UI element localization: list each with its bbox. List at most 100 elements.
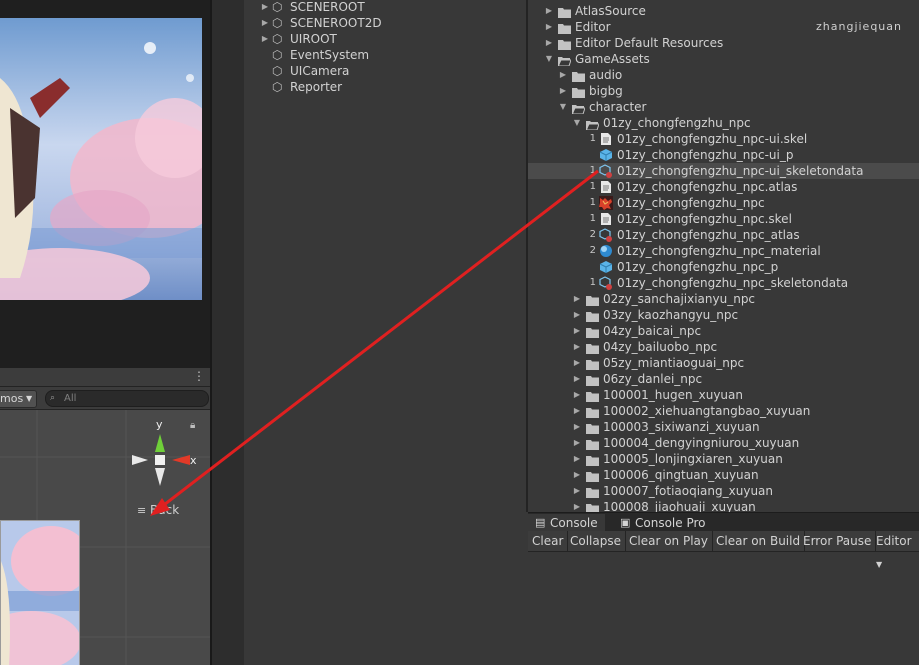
project-folder[interactable]: ▶ 100005_lonjingxiaren_xuyuan	[528, 451, 919, 467]
project-item-label: 01zy_chongfengzhu_npc.atlas	[617, 180, 798, 194]
project-folder[interactable]: ▶ 100007_fotiaoqiang_xuyuan	[528, 483, 919, 499]
project-folder[interactable]: ▶ AtlasSource	[528, 3, 919, 19]
dependency-count-badge: 2	[589, 245, 596, 256]
expand-arrow-icon[interactable]: ▶	[572, 339, 582, 355]
expand-arrow-icon[interactable]: ▶	[572, 371, 582, 387]
project-item-label: 100001_hugen_xuyuan	[603, 388, 743, 402]
project-asset[interactable]: 1 01zy_chongfengzhu_npc-ui.skel	[528, 131, 919, 147]
folder-icon	[586, 438, 599, 450]
expand-arrow-icon[interactable]: ▶	[558, 67, 568, 83]
hamburger-icon: ≡	[137, 504, 147, 517]
project-folder[interactable]: ▶ bigbg	[528, 83, 919, 99]
collapse-arrow-icon[interactable]: ▼	[544, 51, 554, 67]
collapse-arrow-icon[interactable]: ▼	[572, 115, 582, 131]
clear-button[interactable]: Clear	[528, 531, 569, 551]
collapse-arrow-icon[interactable]: ▼	[558, 99, 568, 115]
expand-arrow-icon[interactable]: ▶	[572, 483, 582, 499]
tab-console[interactable]: ▤ Console	[528, 514, 605, 532]
expand-arrow-icon[interactable]: ▶	[572, 387, 582, 403]
project-folder[interactable]: ▶ 04zy_baicai_npc	[528, 323, 919, 339]
project-asset[interactable]: 1 01zy_chongfengzhu_npc.atlas	[528, 179, 919, 195]
hierarchy-item-label: UICamera	[290, 64, 350, 78]
error-pause-button[interactable]: Error Pause	[799, 531, 877, 551]
project-folder[interactable]: ▼ character	[528, 99, 919, 115]
project-folder[interactable]: ▶ 05zy_miantiaoguai_npc	[528, 355, 919, 371]
scene-search-input[interactable]: ⌕ All	[45, 390, 209, 407]
expand-arrow-icon[interactable]: ▶	[558, 83, 568, 99]
project-folder[interactable]: ▶ audio	[528, 67, 919, 83]
lock-icon[interactable]: 🔒︎	[190, 420, 195, 431]
scene-sprite-preview[interactable]	[0, 520, 80, 665]
expand-arrow-icon[interactable]: ▶	[572, 307, 582, 323]
hierarchy-item-label: UIROOT	[290, 32, 337, 46]
expand-arrow-icon[interactable]: ▶	[544, 19, 554, 35]
folder-open-icon	[557, 54, 572, 67]
project-folder[interactable]: ▶ 100004_dengyingniurou_xuyuan	[528, 435, 919, 451]
text-asset-icon	[599, 132, 613, 146]
project-folder[interactable]: ▶ 100003_sixiwanzi_xuyuan	[528, 419, 919, 435]
collapse-button[interactable]: Collapse	[566, 531, 626, 551]
project-folder[interactable]: ▼ 01zy_chongfengzhu_npc	[528, 115, 919, 131]
expand-arrow-icon[interactable]: ▶	[572, 291, 582, 307]
prefab-icon	[599, 148, 613, 162]
project-asset[interactable]: 01zy_chongfengzhu_npc_p	[528, 259, 919, 275]
project-asset[interactable]: 01zy_chongfengzhu_npc-ui_p	[528, 147, 919, 163]
expand-arrow-icon[interactable]: ▶	[572, 355, 582, 371]
project-asset[interactable]: 1 01zy_chongfengzhu_npc-ui_skeletondata	[528, 163, 919, 179]
project-item-label: 03zy_kaozhangyu_npc	[603, 308, 739, 322]
tab-console-pro[interactable]: ▣ Console Pro	[613, 514, 713, 532]
editor-dropdown[interactable]: Editor ▼	[872, 531, 919, 569]
skeleton-data-icon	[599, 164, 613, 178]
expand-arrow-icon[interactable]: ▶	[572, 403, 582, 419]
project-folder[interactable]: ▶ 100008_jiaohuaji_xuyuan	[528, 499, 919, 512]
folder-icon	[586, 406, 599, 418]
project-folder[interactable]: ▼ GameAssets	[528, 51, 919, 67]
folder-icon	[586, 358, 599, 370]
project-folder[interactable]: ▶ 100002_xiehuangtangbao_xuyuan	[528, 403, 919, 419]
dependency-count-badge: 1	[589, 197, 596, 208]
clear-on-play-button[interactable]: Clear on Play	[625, 531, 713, 551]
dependency-count-badge: 1	[589, 133, 596, 144]
project-folder[interactable]: ▶ 100001_hugen_xuyuan	[528, 387, 919, 403]
gameobject-icon: ⬡	[272, 80, 283, 94]
expand-arrow-icon[interactable]: ▶	[572, 419, 582, 435]
expand-arrow-icon[interactable]: ▶	[260, 0, 270, 15]
folder-icon	[558, 22, 571, 34]
project-folder[interactable]: ▶ 02zy_sanchajixianyu_npc	[528, 291, 919, 307]
project-folder[interactable]: ▶ 06zy_danlei_npc	[528, 371, 919, 387]
gizmos-dropdown[interactable]: mos ▼	[0, 390, 37, 408]
project-asset[interactable]: 1 01zy_chongfengzhu_npc_skeletondata	[528, 275, 919, 291]
scene-tab-bar: ⋮	[0, 368, 210, 387]
project-folder[interactable]: ▶ 04zy_bailuobo_npc	[528, 339, 919, 355]
project-asset[interactable]: 1 01zy_chongfengzhu_npc	[528, 195, 919, 211]
search-icon: ⌕	[50, 393, 56, 403]
material-icon	[599, 244, 613, 258]
folder-icon	[586, 342, 599, 354]
folder-icon	[586, 310, 599, 322]
expand-arrow-icon[interactable]: ▶	[572, 323, 582, 339]
project-folder[interactable]: ▶ Editor Default Resources	[528, 35, 919, 51]
project-asset[interactable]: 2 01zy_chongfengzhu_npc_material	[528, 243, 919, 259]
hierarchy-item-label: Reporter	[290, 80, 343, 94]
project-asset[interactable]: 1 01zy_chongfengzhu_npc.skel	[528, 211, 919, 227]
gameobject-icon: ⬡	[272, 64, 283, 78]
expand-arrow-icon[interactable]: ▶	[572, 451, 582, 467]
expand-arrow-icon[interactable]: ▶	[572, 467, 582, 483]
folder-icon	[586, 422, 599, 434]
expand-arrow-icon[interactable]: ▶	[544, 35, 554, 51]
expand-arrow-icon[interactable]: ▶	[572, 435, 582, 451]
expand-arrow-icon[interactable]: ▶	[544, 3, 554, 19]
clear-on-build-button[interactable]: Clear on Build	[712, 531, 806, 551]
project-asset[interactable]: 2 01zy_chongfengzhu_npc_atlas	[528, 227, 919, 243]
editor-dropdown-label: Editor	[876, 534, 912, 548]
texture-icon	[599, 196, 613, 210]
scene-viewport[interactable]: y x 🔒︎ ≡ Back	[0, 410, 210, 665]
project-folder[interactable]: ▶ 03zy_kaozhangyu_npc	[528, 307, 919, 323]
expand-arrow-icon[interactable]: ▶	[260, 15, 270, 31]
expand-arrow-icon[interactable]: ▶	[572, 499, 582, 512]
project-folder[interactable]: ▶ 100006_qingtuan_xuyuan	[528, 467, 919, 483]
kebab-menu-icon[interactable]: ⋮	[193, 369, 205, 383]
expand-arrow-icon[interactable]: ▶	[260, 31, 270, 47]
project-item-label: 100003_sixiwanzi_xuyuan	[603, 420, 760, 434]
back-view-button[interactable]: ≡ Back	[137, 502, 179, 518]
